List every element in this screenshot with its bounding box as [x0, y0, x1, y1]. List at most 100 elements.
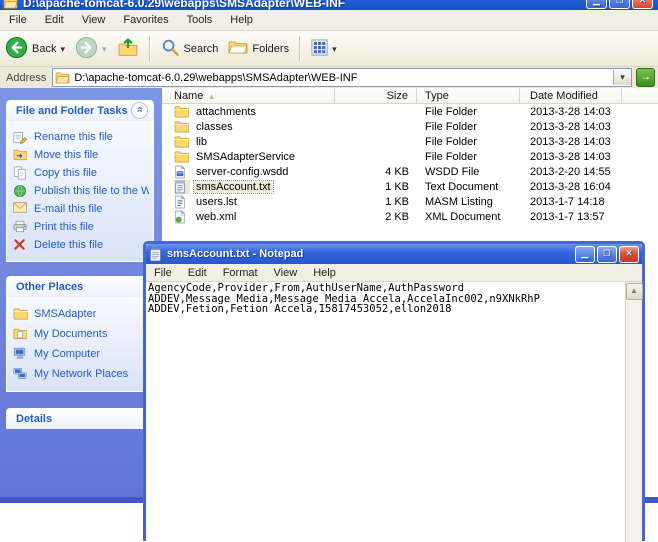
notepad-close-button[interactable]	[619, 246, 639, 263]
menu-item-edit[interactable]: Edit	[180, 266, 215, 280]
column-header-name[interactable]: Name	[162, 88, 335, 103]
network-icon	[13, 367, 28, 381]
address-dropdown-button[interactable]	[613, 70, 631, 85]
sidebar-item-my-network-places[interactable]: My Network Places	[13, 364, 149, 384]
up-button[interactable]	[112, 35, 144, 62]
back-dropdown-icon[interactable]	[60, 43, 65, 55]
chevron-up-icon[interactable]	[131, 102, 148, 119]
file-size: 1 KB	[335, 181, 417, 193]
notepad-vertical-scrollbar[interactable]: ▲	[625, 282, 642, 542]
file-row-classes[interactable]: classesFile Folder2013-3-28 14:03	[162, 119, 658, 134]
search-button[interactable]: Search	[156, 36, 224, 62]
folder-icon	[3, 0, 19, 10]
search-icon	[161, 38, 180, 60]
close-button[interactable]: ✕	[632, 0, 653, 9]
notepad-menubar: FileEditFormatViewHelp	[146, 264, 642, 282]
column-header-size[interactable]: Size	[335, 88, 417, 103]
forward-icon	[75, 36, 98, 62]
forward-button[interactable]	[70, 34, 112, 64]
mydocs-icon	[13, 327, 28, 341]
other-places-header[interactable]: Other Places	[6, 276, 154, 297]
explorer-addressbar: Address D:\apache-tomcat-6.0.29\webapps\…	[0, 67, 658, 89]
folders-button[interactable]: Folders	[223, 37, 294, 60]
folder-icon	[174, 120, 190, 134]
views-icon	[311, 39, 328, 59]
sidebar-item-print-this-file[interactable]: Print this file	[13, 218, 149, 236]
sidebar-item-label: Delete this file	[34, 239, 103, 251]
file-row-web-xml[interactable]: web.xml2 KBXML Document2013-1-7 13:57	[162, 209, 658, 224]
notepad-text-area[interactable]: AgencyCode,Provider,From,AuthUserName,Au…	[146, 282, 625, 542]
file-name: web.xml	[194, 211, 238, 223]
menu-item-tools[interactable]: Tools	[178, 12, 222, 28]
sidebar-item-e-mail-this-file[interactable]: E-mail this file	[13, 200, 149, 218]
sidebar-item-publish-this-file-to-the-web[interactable]: Publish this file to the Web	[13, 182, 149, 200]
search-label: Search	[184, 43, 219, 55]
file-size: 4 KB	[335, 166, 417, 178]
column-header-type[interactable]: Type	[417, 88, 520, 103]
menu-item-file[interactable]: File	[146, 266, 180, 280]
menu-item-edit[interactable]: Edit	[36, 12, 73, 28]
maximize-button[interactable]: ❒	[609, 0, 630, 9]
sidebar-item-rename-this-file[interactable]: Rename this file	[13, 128, 149, 146]
views-dropdown-icon[interactable]	[332, 43, 337, 55]
tasks-title: File and Folder Tasks	[16, 105, 128, 117]
notepad-maximize-button[interactable]	[597, 246, 617, 263]
views-button[interactable]	[306, 37, 342, 61]
address-input[interactable]: D:\apache-tomcat-6.0.29\webapps\SMSAdapt…	[52, 68, 632, 87]
menu-item-file[interactable]: File	[0, 12, 36, 28]
file-type: XML Document	[417, 211, 520, 223]
notepad-minimize-button[interactable]	[575, 246, 595, 263]
address-label: Address	[0, 72, 52, 84]
sidebar-item-move-this-file[interactable]: Move this file	[13, 146, 149, 164]
listdoc-icon	[174, 195, 190, 209]
back-label: Back	[32, 43, 56, 55]
sidebar-item-label: My Documents	[34, 328, 107, 340]
file-type: Text Document	[417, 181, 520, 193]
print-icon	[13, 220, 28, 234]
file-row-server-config-wsdd[interactable]: server-config.wsdd 4 KBWSDD File2013-2-20…	[162, 164, 658, 179]
back-icon	[5, 36, 28, 62]
file-name: smsAccount.txt	[194, 181, 273, 193]
file-name: server-config.wsdd	[194, 166, 290, 178]
menu-item-help[interactable]: Help	[305, 266, 344, 280]
menu-item-view[interactable]: View	[73, 12, 115, 28]
address-folder-icon	[55, 71, 70, 84]
file-row-lib[interactable]: libFile Folder2013-3-28 14:03	[162, 134, 658, 149]
menu-item-help[interactable]: Help	[221, 12, 262, 28]
sidebar-item-label: Publish this file to the Web	[34, 185, 149, 197]
sidebar-item-smsadapter[interactable]: SMSAdapter	[13, 304, 149, 324]
sidebar-item-label: My Computer	[34, 348, 100, 360]
back-button[interactable]: Back	[0, 34, 70, 64]
sidebar-item-label: Rename this file	[34, 131, 113, 143]
menu-item-view[interactable]: View	[266, 266, 306, 280]
file-row-smsadapterservice[interactable]: SMSAdapterServiceFile Folder2013-3-28 14…	[162, 149, 658, 164]
file-type: File Folder	[417, 136, 520, 148]
file-row-users-lst[interactable]: users.lst1 KBMASM Listing2013-1-7 14:18	[162, 194, 658, 209]
file-type: File Folder	[417, 121, 520, 133]
file-row-smsaccount-txt[interactable]: smsAccount.txt1 KBText Document2013-3-28…	[162, 179, 658, 194]
sidebar-item-copy-this-file[interactable]: Copy this file	[13, 164, 149, 182]
go-button[interactable]: →	[636, 68, 655, 87]
notepad-icon	[149, 247, 163, 262]
column-header-date-modified[interactable]: Date Modified	[520, 88, 622, 103]
minimize-button[interactable]: ▁	[586, 0, 607, 9]
explorer-titlebar[interactable]: D:\apache-tomcat-6.0.29\webapps\SMSAdapt…	[0, 0, 658, 10]
file-size: 1 KB	[335, 196, 417, 208]
sidebar-item-my-computer[interactable]: My Computer	[13, 344, 149, 364]
copy-icon	[13, 166, 28, 180]
details-header[interactable]: Details	[6, 408, 154, 429]
toolbar-separator	[299, 36, 301, 62]
file-row-attachments[interactable]: attachmentsFile Folder2013-3-28 14:03	[162, 104, 658, 119]
file-type: WSDD File	[417, 166, 520, 178]
file-name: lib	[194, 136, 209, 148]
file-list-header: Name Size Type Date Modified	[162, 88, 658, 104]
menu-item-format[interactable]: Format	[215, 266, 266, 280]
sidebar-item-my-documents[interactable]: My Documents	[13, 324, 149, 344]
menu-item-favorites[interactable]: Favorites	[114, 12, 177, 28]
sidebar-item-delete-this-file[interactable]: Delete this file	[13, 236, 149, 254]
scroll-up-icon[interactable]: ▲	[626, 283, 643, 300]
file-and-folder-tasks-header[interactable]: File and Folder Tasks	[6, 100, 154, 121]
file-size: 2 KB	[335, 211, 417, 223]
file-date-modified: 2013-2-20 14:55	[520, 166, 640, 178]
notepad-titlebar[interactable]: smsAccount.txt - Notepad	[146, 244, 642, 264]
